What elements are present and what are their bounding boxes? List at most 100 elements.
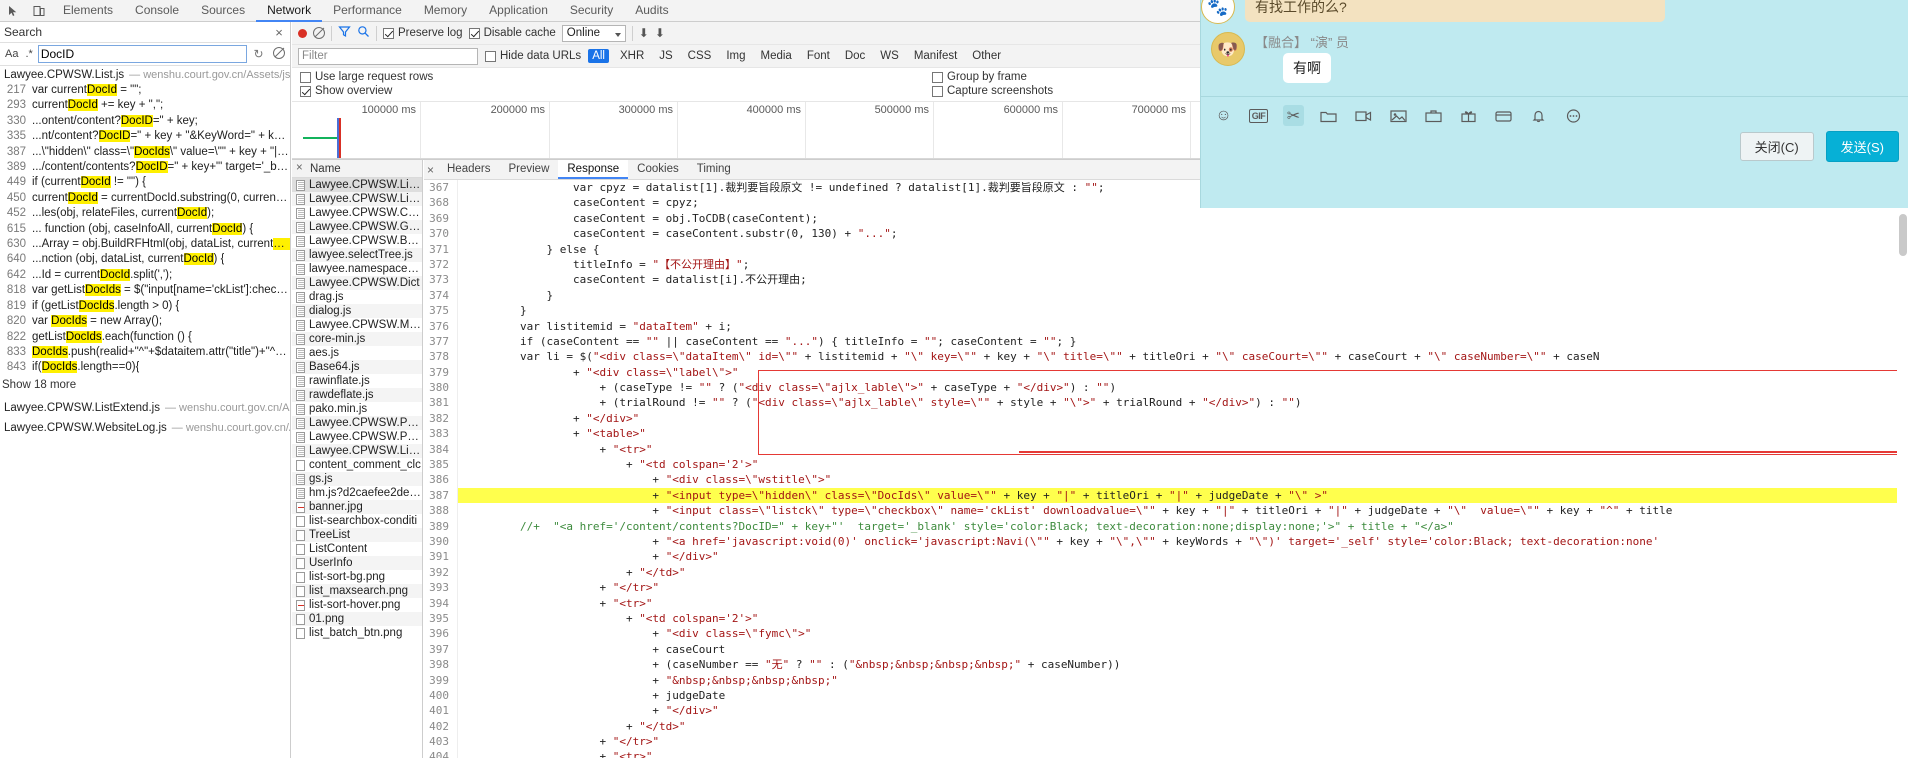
code-line[interactable]: 387 + "<input type=\"hidden\" class=\"Do… (424, 487, 1908, 504)
type-chip-doc[interactable]: Doc (841, 49, 869, 63)
type-chip-js[interactable]: JS (655, 49, 676, 63)
more-icon[interactable] (1563, 105, 1584, 126)
request-row[interactable]: Lawyee.CPWSW.Baidu (292, 234, 422, 248)
hide-data-urls-checkbox[interactable]: Hide data URLs (485, 50, 581, 62)
search-result-line[interactable]: 630 ...Array = obj.BuildRFHtml(obj, dataL… (0, 237, 290, 252)
tab-timing[interactable]: Timing (688, 160, 740, 179)
tab-performance[interactable]: Performance (322, 0, 413, 22)
request-row[interactable]: hm.js?d2caefee2de09 (292, 486, 422, 500)
search-result-line[interactable]: 452 ...les(obj, relateFiles, currentDocId… (0, 206, 290, 221)
search-input[interactable] (37, 45, 247, 63)
search-result-line[interactable]: 449 if (currentDocId != "") { (0, 175, 290, 190)
code-line[interactable]: 393 + "</tr>" (424, 580, 1908, 596)
request-row[interactable]: Lawyee.CPWSW.List.js (292, 178, 422, 192)
code-line[interactable]: 391 + "</div>" (424, 549, 1908, 565)
refresh-icon[interactable]: ↻ (250, 47, 267, 61)
code-line[interactable]: 398 + (caseNumber == "无" ? "" : ("&nbsp;… (424, 657, 1908, 673)
search-result-line[interactable]: 330 ...ontent/content?DocID=" + key; (0, 114, 290, 129)
request-row[interactable]: Lawyee.CPWSW.Dict (292, 276, 422, 290)
code-line[interactable]: 381 + (trialRound != "" ? ("<div class=\… (424, 395, 1908, 411)
import-har-icon[interactable]: ⬇ (639, 26, 649, 40)
type-chip-xhr[interactable]: XHR (616, 49, 648, 63)
export-har-icon[interactable]: ⬇ (655, 26, 665, 40)
code-line[interactable]: 386 + "<div class=\"wstitle\">" (424, 472, 1908, 488)
request-row[interactable]: content_comment_clc (292, 458, 422, 472)
request-row[interactable]: drag.js (292, 290, 422, 304)
search-result-file[interactable]: Lawyee.CPWSW.WebsiteLog.js — wenshu.cour… (0, 420, 290, 436)
request-row[interactable]: list-sort-hover.png (292, 598, 422, 612)
tab-console[interactable]: Console (124, 0, 190, 22)
search-result-line[interactable]: 818 var getListDocIds = $("input[name='ck… (0, 283, 290, 298)
chat-input-area[interactable]: 关闭(C) 发送(S) (1201, 131, 1908, 170)
request-row[interactable]: lawyee.namespace.ro. (292, 262, 422, 276)
funnel-icon[interactable] (338, 25, 351, 41)
group-by-frame-checkbox[interactable]: Group by frame (932, 71, 1053, 83)
request-row[interactable]: ListContent (292, 542, 422, 556)
image-icon[interactable] (1388, 105, 1409, 126)
filter-input[interactable]: Filter (298, 47, 478, 65)
tab-security[interactable]: Security (559, 0, 624, 22)
request-row[interactable]: lawyee.selectTree.js (292, 248, 422, 262)
request-row[interactable]: Lawyee.CPWSW.Mobi (292, 318, 422, 332)
code-line[interactable]: 396 + "<div class=\"fymc\">" (424, 626, 1908, 642)
gif-icon[interactable]: GIF (1248, 105, 1269, 126)
request-row[interactable]: dialog.js (292, 304, 422, 318)
record-icon[interactable] (298, 28, 307, 38)
tab-application[interactable]: Application (478, 0, 559, 22)
code-line[interactable]: 403 + "</tr>" (424, 734, 1908, 750)
avatar[interactable]: 🐶 (1211, 32, 1245, 66)
type-chip-img[interactable]: Img (722, 49, 749, 63)
request-row[interactable]: pako.min.js (292, 402, 422, 416)
type-chip-css[interactable]: CSS (684, 49, 716, 63)
type-chip-ws[interactable]: WS (876, 49, 903, 63)
tab-memory[interactable]: Memory (413, 0, 478, 22)
code-line[interactable]: 385 + "<td colspan='2'>" (424, 457, 1908, 473)
use-large-rows-checkbox[interactable]: Use large request rows (300, 71, 433, 83)
code-line[interactable]: 373 caseContent = datalist[i].不公开理由; (424, 272, 1908, 288)
request-row[interactable]: aes.js (292, 346, 422, 360)
close-icon[interactable]: × (296, 162, 303, 174)
code-line[interactable]: 389 //+ "<a href='/content/contents?DocI… (424, 518, 1908, 534)
preserve-log-checkbox[interactable]: Preserve log (383, 27, 463, 39)
search-result-line[interactable]: 389 .../content/contents?DocID=" + key+"'… (0, 160, 290, 175)
code-line[interactable]: 374 } (424, 287, 1908, 304)
code-line[interactable]: 375 } (424, 303, 1908, 319)
code-line[interactable]: 376 var listitemid = "dataItem" + i; (424, 318, 1908, 334)
code-line[interactable]: 390 + "<a href='javascript:void(0)' oncl… (424, 533, 1908, 550)
search-result-line[interactable]: 450 currentDocId = currentDocId.substring… (0, 191, 290, 206)
code-line[interactable]: 397 + caseCourt (424, 641, 1908, 658)
capture-screenshots-checkbox[interactable]: Capture screenshots (932, 85, 1053, 97)
request-row[interactable]: rawdeflate.js (292, 388, 422, 402)
folder-icon[interactable] (1318, 105, 1339, 126)
response-source-view[interactable]: 367 var cpyz = datalist[1].裁判要旨段原文 != un… (424, 180, 1908, 758)
close-icon[interactable]: × (268, 25, 290, 40)
request-list-pane[interactable]: × Name Lawyee.CPWSW.List.js Lawyee.CPWSW.… (292, 160, 423, 758)
code-line[interactable]: 378 var li = $("<div class=\"dataItem\" … (424, 349, 1908, 365)
tab-sources[interactable]: Sources (190, 0, 256, 22)
request-row[interactable]: UserInfo (292, 556, 422, 570)
code-line[interactable]: 401 + "</div>" (424, 703, 1908, 719)
search-result-line[interactable]: 833 DocIds.push(realid+"^"+$dataitem.attr… (0, 345, 290, 360)
code-line[interactable]: 399 + "&nbsp;&nbsp;&nbsp;&nbsp;" (424, 672, 1908, 688)
type-chip-manifest[interactable]: Manifest (910, 49, 961, 63)
code-line[interactable]: 377 if (caseContent == "" || caseContent… (424, 333, 1908, 350)
code-line[interactable]: 372 titleInfo = "【不公开理由】"; (424, 256, 1908, 273)
type-chip-all[interactable]: All (588, 49, 609, 63)
request-row[interactable]: Lawyee.CPWSW.GridS (292, 220, 422, 234)
code-line[interactable]: 392 + "</td>" (424, 564, 1908, 581)
code-line[interactable]: 371 } else { (424, 241, 1908, 257)
avatar[interactable]: 🐾 (1201, 0, 1235, 24)
tab-audits[interactable]: Audits (624, 0, 679, 22)
request-row[interactable]: list-searchbox-conditi (292, 514, 422, 528)
type-chip-font[interactable]: Font (803, 49, 834, 63)
request-row[interactable]: banner.jpg (292, 500, 422, 514)
type-chip-media[interactable]: Media (757, 49, 796, 63)
request-row[interactable]: Lawyee.CPWSW.ListC (292, 192, 422, 206)
tab-elements[interactable]: Elements (52, 0, 124, 22)
request-row[interactable]: Lawyee.CPWSW.Com. (292, 206, 422, 220)
card-icon[interactable] (1493, 105, 1514, 126)
search-result-line[interactable]: 819 if (getListDocIds.length > 0) { (0, 299, 290, 314)
code-line[interactable]: 384 + "<tr>" (424, 441, 1908, 458)
show-overview-checkbox[interactable]: Show overview (300, 85, 433, 97)
code-line[interactable]: 394 + "<tr>" (424, 595, 1908, 611)
